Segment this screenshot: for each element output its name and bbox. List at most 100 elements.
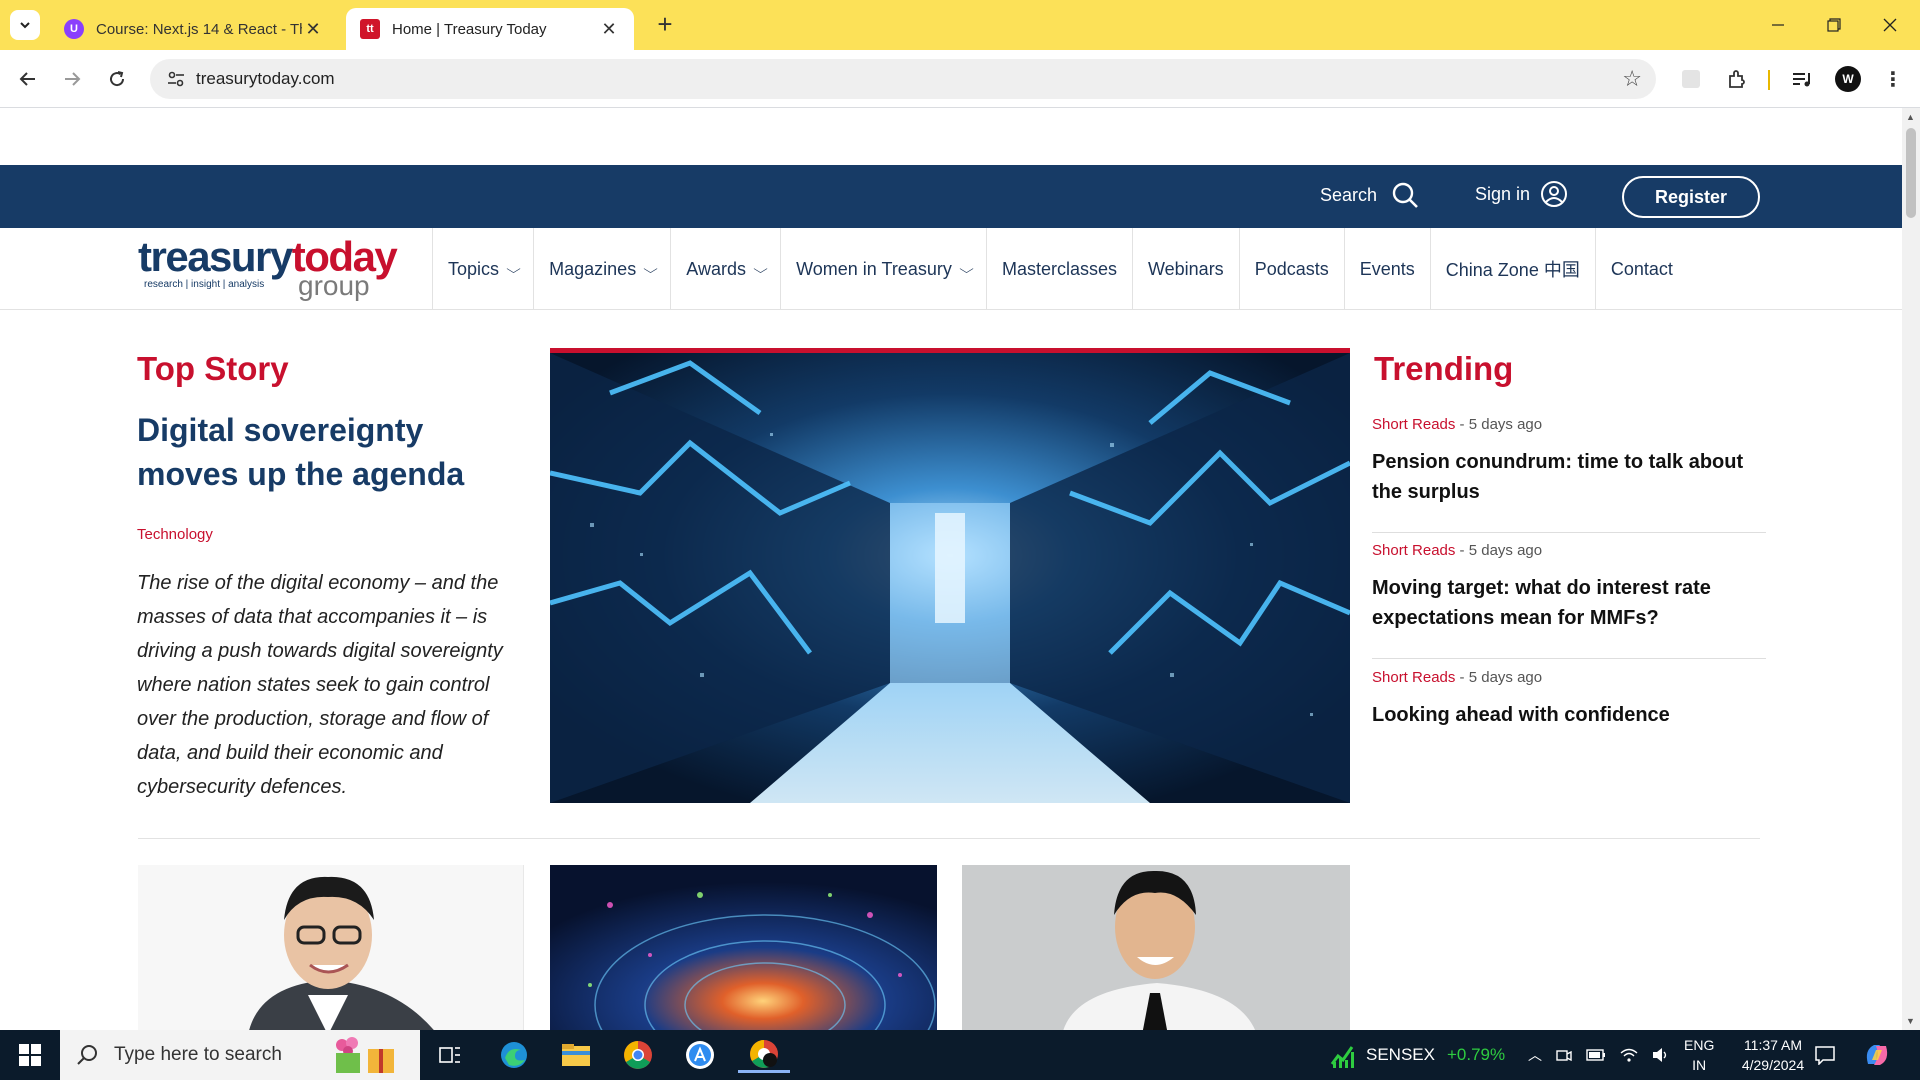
scroll-down-icon[interactable]: ▼: [1906, 1016, 1915, 1026]
article-card-image[interactable]: [550, 865, 937, 1030]
section-link[interactable]: Short Reads: [1372, 542, 1455, 559]
nav-item-contact[interactable]: Contact: [1594, 228, 1688, 310]
app-store-taskbar-button[interactable]: [678, 1037, 722, 1073]
treasury-today-favicon-icon: tt: [360, 19, 380, 39]
chrome-taskbar-button[interactable]: [616, 1037, 660, 1073]
minimize-button[interactable]: [1750, 0, 1806, 50]
folder-icon: [562, 1044, 590, 1066]
url-text[interactable]: treasurytoday.com: [196, 69, 335, 89]
portrait-photo: [138, 865, 523, 1030]
site-search-button[interactable]: Search: [1320, 181, 1419, 209]
article-card-image[interactable]: [138, 865, 524, 1030]
arrow-right-icon: [65, 72, 81, 86]
tab-search-button[interactable]: [10, 10, 40, 40]
ticker-name: SENSEX: [1366, 1045, 1435, 1064]
register-button[interactable]: Register: [1622, 176, 1760, 218]
back-button[interactable]: [12, 63, 44, 95]
file-explorer-taskbar-button[interactable]: [554, 1037, 598, 1073]
chrome-icon: [624, 1041, 652, 1069]
clock-time: 11:37 AM: [1743, 1037, 1803, 1053]
nav-item-topics[interactable]: Topics ⌵: [432, 228, 533, 310]
tab-course-nextjs[interactable]: U Course: Next.js 14 & React - The ✕: [50, 8, 338, 50]
browser-tab-bar: U Course: Next.js 14 & React - The ✕ tt …: [0, 0, 1920, 50]
clock[interactable]: 11:37 AM 4/29/2024: [1728, 1030, 1818, 1080]
logo-tagline: research | insight | analysis: [144, 279, 265, 290]
nav-item-webinars[interactable]: Webinars: [1131, 228, 1239, 310]
bookmark-star-icon[interactable]: ☆: [1622, 66, 1642, 92]
taskbar-search-box[interactable]: Type here to search: [60, 1030, 420, 1080]
extension-placeholder-icon[interactable]: [1676, 64, 1706, 94]
ticker-change: +0.79%: [1446, 1045, 1506, 1064]
gift-flowers-icon: [335, 1037, 394, 1073]
wifi-icon[interactable]: [1620, 1047, 1638, 1063]
avatar: W: [1835, 66, 1861, 92]
copilot-icon: [1866, 1045, 1888, 1065]
logo-group: group: [298, 270, 370, 301]
chevron-down-icon: ⌵: [506, 261, 521, 276]
nav-item-magazines[interactable]: Magazines ⌵: [533, 228, 670, 310]
task-view-icon: [439, 1047, 460, 1063]
windows-taskbar: Type here to search SENSEX +0.79% ︿ ENG …: [0, 1030, 1920, 1080]
nav-item-china-zone[interactable]: China Zone 中国: [1429, 228, 1595, 310]
trending-headline-link[interactable]: Pension conundrum: time to talk about th…: [1372, 447, 1766, 507]
camera-icon[interactable]: [1556, 1047, 1572, 1063]
edge-icon: [501, 1042, 527, 1068]
stock-ticker-widget[interactable]: SENSEX +0.79%: [1330, 1030, 1505, 1080]
battery-icon[interactable]: [1586, 1048, 1606, 1062]
chrome-profile-taskbar-button[interactable]: [738, 1037, 790, 1073]
reload-icon: [110, 71, 125, 87]
scrollbar-thumb[interactable]: [1906, 128, 1916, 218]
close-icon[interactable]: ✕: [302, 19, 324, 40]
nav-item-podcasts[interactable]: Podcasts: [1238, 228, 1344, 310]
minimize-icon: [1772, 24, 1784, 26]
media-controls-icon[interactable]: [1786, 64, 1816, 94]
nav-item-awards[interactable]: Awards ⌵: [670, 228, 780, 310]
top-story-hero-image[interactable]: [550, 348, 1350, 803]
main-navigation: treasurytoday research | insight | analy…: [0, 228, 1902, 310]
profile-avatar[interactable]: W: [1833, 64, 1863, 94]
restore-button[interactable]: [1806, 0, 1862, 50]
trending-headline-link[interactable]: Moving target: what do interest rate exp…: [1372, 573, 1766, 633]
section-link[interactable]: Short Reads: [1372, 416, 1455, 433]
top-story-title-link[interactable]: Digital sovereignty moves up the agenda: [137, 408, 527, 496]
chevron-down-icon: ⌵: [643, 261, 659, 276]
volume-icon[interactable]: [1652, 1047, 1670, 1063]
trending-item[interactable]: Short Reads - 5 days ago Pension conundr…: [1372, 416, 1766, 533]
reload-button[interactable]: [101, 63, 133, 95]
treasury-today-logo[interactable]: treasurytoday research | insight | analy…: [138, 236, 408, 300]
close-icon[interactable]: ✕: [598, 19, 620, 40]
browser-menu-icon[interactable]: ⋮: [1878, 64, 1908, 94]
nav-item-masterclasses[interactable]: Masterclasses: [985, 228, 1132, 310]
tab-treasury-today[interactable]: tt Home | Treasury Today ✕: [346, 8, 634, 50]
age-text: - 5 days ago: [1455, 542, 1543, 559]
section-divider: [138, 838, 1760, 839]
new-tab-button[interactable]: +: [652, 11, 678, 38]
trending-item[interactable]: Short Reads - 5 days ago Looking ahead w…: [1372, 669, 1766, 749]
nav-list: Topics ⌵ Magazines ⌵ Awards ⌵ Women in Trea…: [432, 228, 1688, 310]
task-view-button[interactable]: [428, 1037, 472, 1073]
sign-in-button[interactable]: Sign in: [1475, 180, 1568, 208]
copilot-button[interactable]: [1862, 1030, 1892, 1080]
notifications-button[interactable]: [1814, 1030, 1836, 1080]
chevron-up-icon[interactable]: ︿: [1528, 1045, 1542, 1065]
edge-taskbar-button[interactable]: [492, 1037, 536, 1073]
nav-item-events[interactable]: Events: [1343, 228, 1430, 310]
close-window-button[interactable]: [1862, 0, 1918, 50]
section-link[interactable]: Short Reads: [1372, 669, 1455, 686]
address-bar[interactable]: treasurytoday.com ☆: [150, 59, 1656, 99]
forward-button[interactable]: [56, 63, 88, 95]
article-card-image[interactable]: [962, 865, 1350, 1030]
nav-item-women-in-treasury[interactable]: Women in Treasury ⌵: [780, 228, 986, 310]
portrait-photo: [962, 865, 1350, 1030]
extensions-puzzle-icon[interactable]: [1722, 64, 1752, 94]
page-scrollbar[interactable]: ▲ ▼: [1902, 108, 1920, 1030]
trending-headline-link[interactable]: Looking ahead with confidence: [1372, 700, 1766, 730]
site-info-icon[interactable]: [164, 67, 188, 91]
scroll-up-icon[interactable]: ▲: [1906, 112, 1915, 122]
data-center-illustration: [550, 353, 1350, 803]
site-top-bar: Search Sign in Register: [0, 165, 1902, 228]
top-story-category-link[interactable]: Technology: [137, 526, 213, 543]
trending-item[interactable]: Short Reads - 5 days ago Moving target: …: [1372, 542, 1766, 659]
start-button[interactable]: [0, 1030, 60, 1080]
language-indicator[interactable]: ENG IN: [1684, 1030, 1714, 1080]
